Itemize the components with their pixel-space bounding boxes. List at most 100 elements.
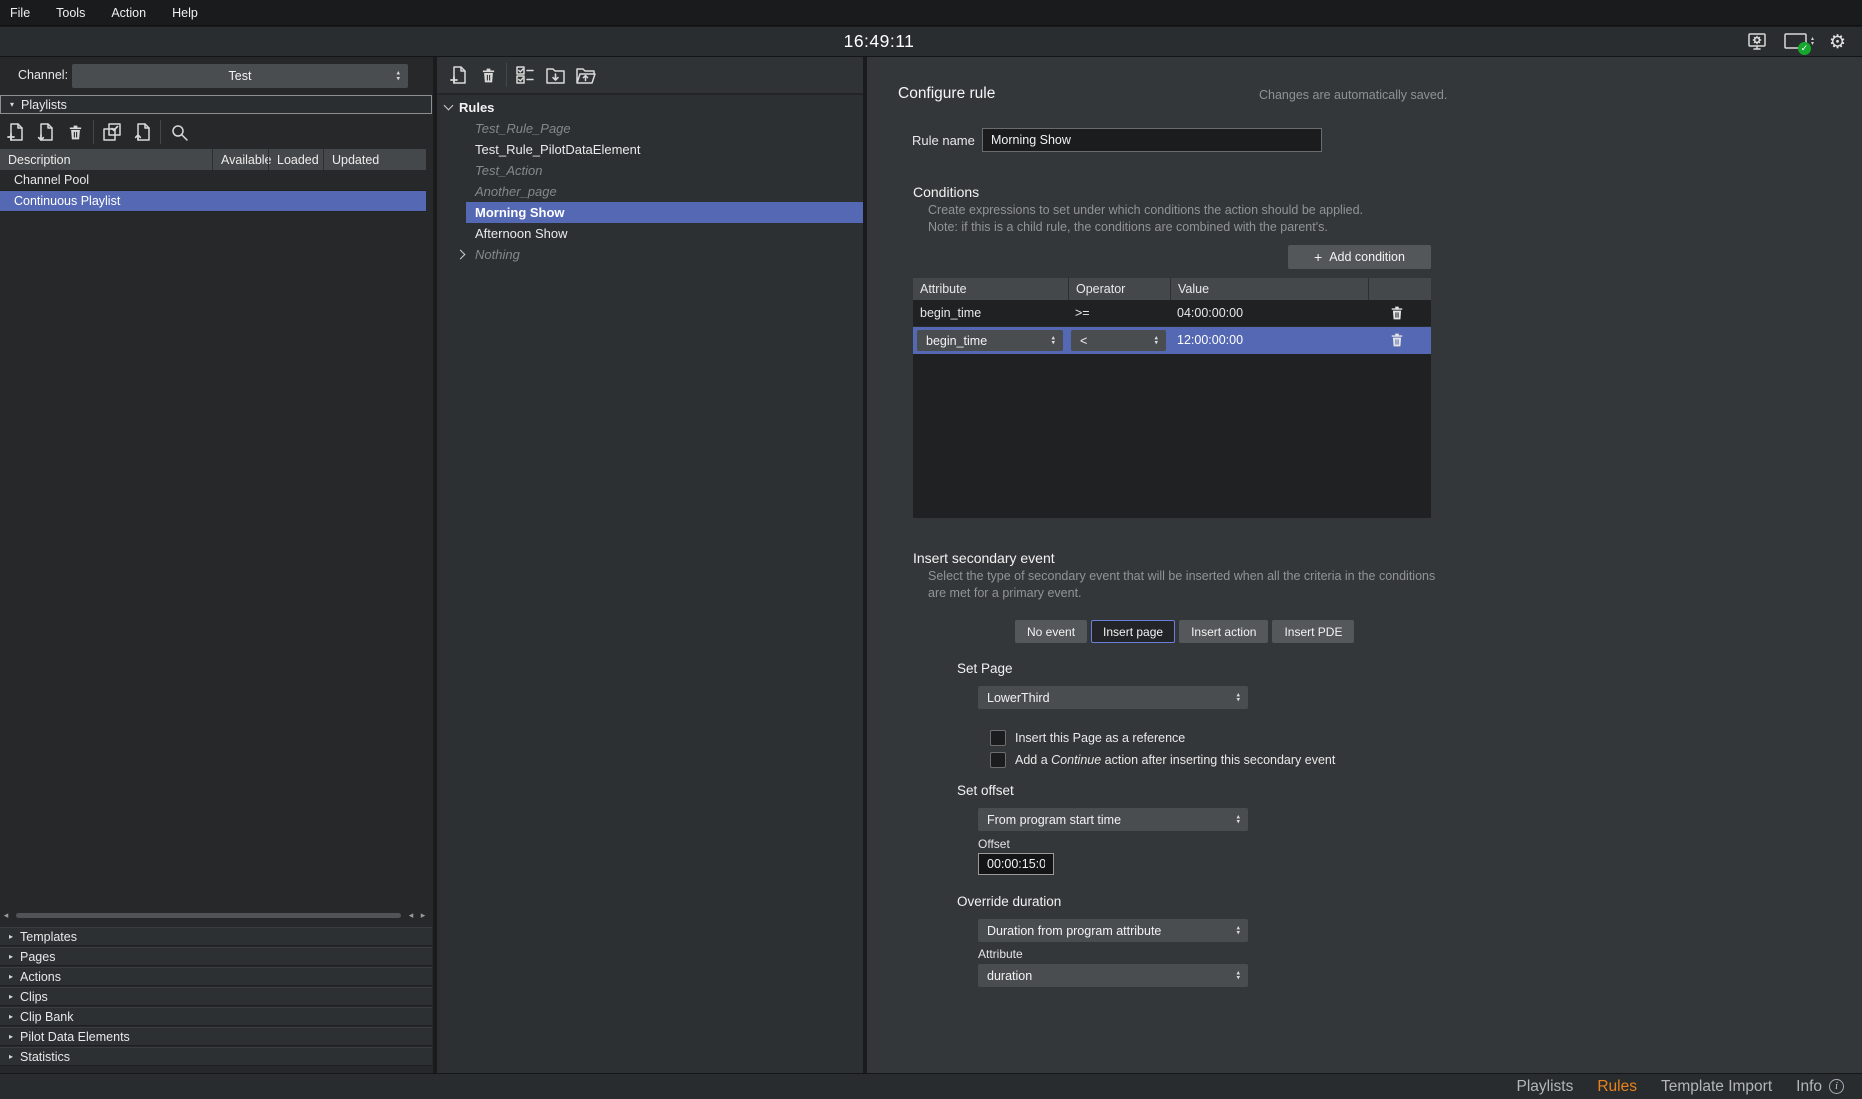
insert-action-button[interactable]: Insert action bbox=[1179, 620, 1268, 643]
tree-item-test-rule-page[interactable]: Test_Rule_Page bbox=[437, 118, 863, 139]
section-pilot-data-elements[interactable]: ▸ Pilot Data Elements bbox=[0, 1027, 432, 1046]
column-value[interactable]: Value bbox=[1170, 278, 1368, 300]
offset-mode-select[interactable]: From program start time ▴▾ bbox=[978, 808, 1248, 831]
chevron-down-icon[interactable] bbox=[444, 101, 454, 111]
tree-root-rules[interactable]: Rules bbox=[437, 97, 863, 118]
column-attribute[interactable]: Attribute bbox=[913, 278, 1068, 300]
playlist-row-continuous-playlist[interactable]: Continuous Playlist bbox=[0, 191, 426, 212]
copy-playlist-button[interactable] bbox=[97, 119, 127, 145]
delete-condition-button[interactable] bbox=[1390, 332, 1406, 349]
tab-info[interactable]: Info i bbox=[1796, 1078, 1844, 1096]
info-icon: i bbox=[1829, 1079, 1844, 1094]
search-icon[interactable] bbox=[164, 119, 194, 145]
chevron-right-icon[interactable] bbox=[456, 250, 466, 260]
set-page-heading: Set Page bbox=[957, 661, 1013, 676]
condition-operator: >= bbox=[1075, 306, 1090, 320]
tree-item-afternoon-show[interactable]: Afternoon Show bbox=[437, 223, 863, 244]
delete-rule-button[interactable] bbox=[473, 62, 503, 88]
condition-attribute-select[interactable]: begin_time ▴▾ bbox=[917, 330, 1063, 351]
insert-pde-button[interactable]: Insert PDE bbox=[1272, 620, 1354, 643]
condition-operator-select[interactable]: < ▴▾ bbox=[1071, 330, 1166, 351]
add-condition-button[interactable]: + Add condition bbox=[1288, 245, 1431, 269]
section-statistics[interactable]: ▸ Statistics bbox=[0, 1047, 432, 1066]
stepper-icon: ▴▾ bbox=[1051, 335, 1055, 346]
gear-icon[interactable]: ⚙ bbox=[1829, 33, 1846, 52]
horizontal-scrollbar[interactable]: ◂ ◂ ▸ bbox=[0, 909, 433, 922]
section-clips[interactable]: ▸ Clips bbox=[0, 987, 432, 1006]
checklist-icon[interactable] bbox=[510, 62, 540, 88]
secondary-description-1: Select the type of secondary event that … bbox=[928, 569, 1435, 583]
playlist-row-channel-pool[interactable]: Channel Pool bbox=[0, 170, 426, 191]
new-playlist-button[interactable] bbox=[0, 119, 30, 145]
folder-export-button[interactable] bbox=[570, 62, 600, 88]
column-updated[interactable]: Updated bbox=[323, 149, 426, 170]
section-templates[interactable]: ▸ Templates bbox=[0, 927, 432, 946]
column-operator[interactable]: Operator bbox=[1068, 278, 1170, 300]
condition-row-2[interactable]: begin_time ▴▾ < ▴▾ 12:00:00:00 bbox=[913, 327, 1431, 354]
section-label: Templates bbox=[20, 930, 77, 944]
secondary-event-type-group: No event Insert page Insert action Inser… bbox=[1015, 620, 1354, 643]
rule-name-input[interactable] bbox=[982, 128, 1322, 152]
tab-playlists[interactable]: Playlists bbox=[1517, 1078, 1574, 1096]
menu-file[interactable]: File bbox=[10, 6, 30, 20]
page-select[interactable]: LowerThird ▴▾ bbox=[978, 686, 1248, 709]
left-sections: ▸ Templates ▸ Pages ▸ Actions ▸ Clips ▸ bbox=[0, 927, 432, 1067]
import-playlist-button[interactable] bbox=[30, 119, 60, 145]
delete-condition-button[interactable] bbox=[1390, 305, 1406, 322]
playlists-section-header[interactable]: ▾ Playlists bbox=[0, 95, 432, 114]
tree-item-another-page[interactable]: Another_page bbox=[437, 181, 863, 202]
scroll-right-icon[interactable]: ▸ bbox=[417, 910, 429, 921]
page-reference-checkbox[interactable] bbox=[990, 730, 1006, 746]
rules-toolbar bbox=[437, 57, 863, 95]
configure-rule-panel: Configure rule Changes are automatically… bbox=[867, 57, 1862, 1073]
channel-select-value: Test bbox=[229, 69, 252, 83]
section-pages[interactable]: ▸ Pages bbox=[0, 947, 432, 966]
section-clip-bank[interactable]: ▸ Clip Bank bbox=[0, 1007, 432, 1026]
attribute-label: Attribute bbox=[978, 947, 1023, 961]
plus-icon: + bbox=[1314, 250, 1322, 264]
new-rule-button[interactable] bbox=[443, 62, 473, 88]
condition-operator-value: < bbox=[1080, 334, 1087, 348]
no-event-button[interactable]: No event bbox=[1015, 620, 1087, 643]
triangle-down-icon: ▾ bbox=[10, 100, 14, 109]
folder-import-button[interactable] bbox=[540, 62, 570, 88]
tree-item-test-rule-pilotdataelement[interactable]: Test_Rule_PilotDataElement bbox=[437, 139, 863, 160]
tree-item-test-action[interactable]: Test_Action bbox=[437, 160, 863, 181]
page-reference-checkbox-row[interactable]: Insert this Page as a reference bbox=[990, 730, 1185, 746]
page-title: Configure rule bbox=[898, 85, 995, 103]
export-playlist-button[interactable] bbox=[127, 119, 157, 145]
stepper-icon[interactable]: ▴▾ bbox=[1811, 37, 1814, 47]
continue-action-checkbox-row[interactable]: Add a Continue action after inserting th… bbox=[990, 752, 1335, 768]
section-actions[interactable]: ▸ Actions bbox=[0, 967, 432, 986]
condition-row-1[interactable]: begin_time >= 04:00:00:00 bbox=[913, 300, 1431, 327]
menu-tools[interactable]: Tools bbox=[56, 6, 85, 20]
channel-select[interactable]: Test ▴▾ bbox=[72, 64, 408, 88]
scrollbar-thumb[interactable] bbox=[16, 913, 401, 918]
insert-page-button[interactable]: Insert page bbox=[1091, 620, 1175, 643]
offset-input[interactable] bbox=[978, 853, 1054, 875]
stepper-icon: ▴▾ bbox=[1236, 814, 1240, 825]
column-description[interactable]: Description bbox=[0, 149, 212, 170]
stepper-icon: ▴▾ bbox=[396, 71, 400, 82]
condition-value[interactable]: 12:00:00:00 bbox=[1177, 333, 1243, 347]
delete-playlist-button[interactable] bbox=[60, 119, 90, 145]
menu-help[interactable]: Help bbox=[172, 6, 198, 20]
check-icon: ✓ bbox=[1798, 42, 1811, 55]
tree-item-morning-show[interactable]: Morning Show bbox=[466, 202, 863, 223]
tree-item-label: Test_Rule_PilotDataElement bbox=[475, 142, 640, 157]
continue-action-checkbox[interactable] bbox=[990, 752, 1006, 768]
tab-info-label: Info bbox=[1796, 1078, 1822, 1096]
scroll-left-icon[interactable]: ◂ bbox=[0, 910, 12, 921]
tab-rules[interactable]: Rules bbox=[1597, 1078, 1637, 1096]
rules-tree: Rules Test_Rule_Page Test_Rule_PilotData… bbox=[437, 97, 863, 265]
duration-attribute-select[interactable]: duration ▴▾ bbox=[978, 964, 1248, 987]
tab-template-import[interactable]: Template Import bbox=[1661, 1078, 1772, 1096]
menu-action[interactable]: Action bbox=[111, 6, 146, 20]
screen-settings-icon[interactable] bbox=[1746, 32, 1768, 52]
column-available[interactable]: Available bbox=[212, 149, 268, 170]
channel-status-icon[interactable]: ✓ ▴▾ bbox=[1783, 32, 1814, 52]
column-loaded[interactable]: Loaded bbox=[268, 149, 323, 170]
duration-mode-select[interactable]: Duration from program attribute ▴▾ bbox=[978, 919, 1248, 942]
tree-item-nothing[interactable]: Nothing bbox=[437, 244, 863, 265]
scroll-left-icon[interactable]: ◂ bbox=[405, 910, 417, 921]
